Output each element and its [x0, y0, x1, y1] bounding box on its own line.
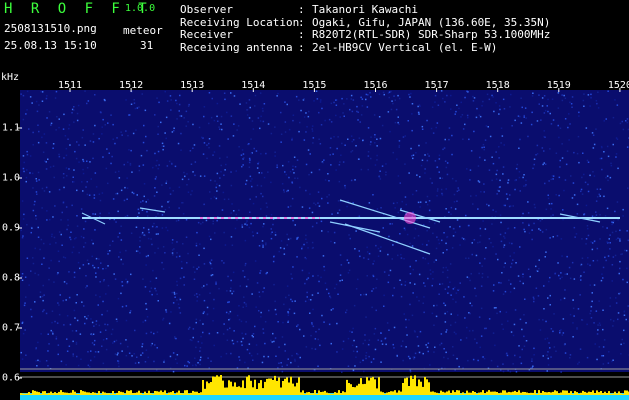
y-tick-label: 1.1 — [2, 122, 21, 134]
spectrogram-background — [20, 90, 629, 372]
x-tick-label: 1519 — [546, 80, 571, 91]
x-tick-label: 1511 — [57, 80, 83, 91]
x-tick-label: 1513 — [180, 80, 205, 91]
x-tick-label: 1517 — [424, 80, 449, 91]
unit-label: kHz — [1, 72, 20, 83]
y-tick-label: 0.8 — [2, 272, 21, 284]
x-tick-label: 1518 — [485, 80, 510, 91]
y-tick-label: 1.0 — [2, 172, 21, 184]
y-tick-label: 0.6 — [2, 372, 21, 384]
x-tick-label: 1515 — [302, 80, 327, 91]
level-bar — [20, 375, 629, 400]
meteor-head-echo — [404, 212, 416, 224]
x-tick-label: 1520 — [607, 80, 629, 91]
y-tick-label: 0.9 — [2, 222, 21, 234]
x-tick-label: 1514 — [241, 80, 266, 91]
x-tick-label: 1512 — [119, 80, 144, 91]
spectrogram — [18, 88, 629, 400]
x-tick-label: 1516 — [363, 80, 388, 91]
y-tick-label: 0.7 — [2, 322, 21, 334]
